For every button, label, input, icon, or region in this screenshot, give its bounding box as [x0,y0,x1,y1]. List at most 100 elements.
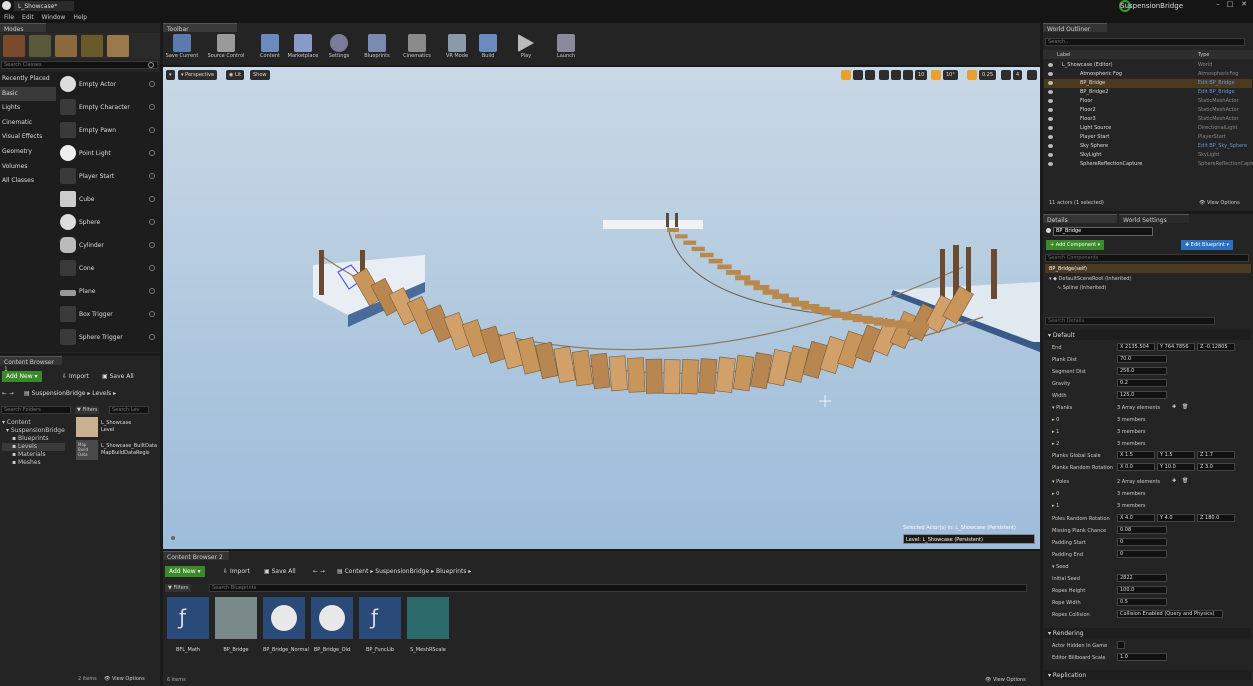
delete-icon[interactable]: 🗑 [1182,404,1188,410]
scale-tool-icon[interactable] [865,70,875,80]
class-item[interactable]: Box Trigger [58,304,158,325]
maximize-icon[interactable]: □ [1225,0,1235,10]
pole-rot-y-input[interactable]: Y 4.0 [1157,514,1195,522]
help-icon[interactable] [149,311,155,317]
end-y-input[interactable]: Y 764.7856 [1157,343,1195,351]
world-local-icon[interactable] [879,70,889,80]
replication-section[interactable]: ▾ Replication [1044,670,1251,680]
play-button[interactable]: Play [514,34,538,62]
edit-blueprint-button[interactable]: ✚ Edit Blueprint ▾ [1181,240,1233,250]
rot-y-input[interactable]: Y 10.0 [1157,463,1195,471]
foliage-mode-icon[interactable] [81,35,103,57]
level-thumbnail[interactable] [76,417,98,437]
minimize-icon[interactable]: – [1213,0,1223,10]
details-search-input[interactable]: Search Details [1045,317,1215,325]
category-all-classes[interactable]: All Classes [0,174,56,189]
level-viewport[interactable]: ▾ ▾ Perspective ◉ Lit Show 10 10° 0.25 4… [163,67,1040,549]
end-z-input[interactable]: Z -0.12805 [1197,343,1235,351]
viewport-options-button[interactable]: ▾ [166,70,175,80]
class-item[interactable]: Sphere Trigger [58,327,158,348]
tree-content[interactable]: ▾ Content [2,419,65,427]
component-self[interactable]: BP_Bridge(self) [1045,264,1251,273]
width-input[interactable]: 125.0 [1117,391,1167,399]
default-section[interactable]: ▾ Default [1044,330,1251,340]
tree-suspensionbridge[interactable]: ▾ SuspensionBridge [2,427,65,435]
tree-meshes[interactable]: ▪ Meshes [2,459,65,467]
asset-thumb-bp-bridge[interactable] [215,597,257,639]
outliner-row[interactable]: L_Showcase (Editor) World [1044,61,1252,70]
tree-levels[interactable]: ▪ Levels [2,443,65,451]
padding-start-input[interactable]: 0 [1117,538,1167,546]
launch-button[interactable]: Launch [552,34,580,62]
surface-snap-icon[interactable] [891,70,901,80]
nav-arrows[interactable]: ← → [2,390,14,397]
help-icon[interactable] [149,242,155,248]
add-new-button[interactable]: Add New ▾ [2,371,42,382]
outliner-row[interactable]: Atmospheric Fog AtmosphericFog [1044,70,1252,79]
visibility-eye-icon[interactable] [1048,117,1053,121]
save-all-button[interactable]: ▣ Save All [264,568,296,575]
visibility-eye-icon[interactable] [1048,126,1053,130]
level-tab[interactable]: L_Showcase* [14,1,74,11]
asset-l-showcase[interactable]: L_Showcase Level [101,420,131,434]
gravity-input[interactable]: 0.2 [1117,379,1167,387]
cinematics-button[interactable]: Cinematics [400,34,434,62]
view-options-button[interactable]: 👁 View Options [104,676,145,682]
rotation-snap-value[interactable]: 10° [943,70,958,80]
actor-hidden-checkbox[interactable] [1117,641,1125,649]
help-icon[interactable] [149,104,155,110]
asset-thumb-s-meshrscale[interactable] [407,597,449,639]
asset-thumb-bp-funclib[interactable]: ƒ [359,597,401,639]
rot-x-input[interactable]: X 0.0 [1117,463,1155,471]
category-geometry[interactable]: Geometry [0,145,56,160]
add-component-button[interactable]: + Add Component ▾ [1046,240,1105,250]
outliner-row-type[interactable]: Edit BP_Bridge [1198,89,1235,95]
component-search-input[interactable]: Search Components [1045,254,1249,262]
menu-file[interactable]: File [0,12,18,23]
class-item[interactable]: Empty Pawn [58,120,158,141]
outliner-row-type[interactable]: Edit BP_Sky_Sphere [1198,143,1247,149]
save-current-button[interactable]: Save Current [165,34,199,62]
view-options-button[interactable]: 👁 View Options [985,677,1026,683]
camera-speed-icon[interactable] [1001,70,1011,80]
filters-button[interactable]: ▼ Filters [165,584,192,592]
class-item[interactable]: Plane [58,281,158,302]
blueprints-button[interactable]: Blueprints [360,34,394,62]
scale-snap-value[interactable]: 0.25 [979,70,997,80]
padding-end-input[interactable]: 0 [1117,550,1167,558]
perspective-button[interactable]: ▾ Perspective [178,70,218,80]
maximize-viewport-icon[interactable] [1027,70,1037,80]
camera-speed-value[interactable]: 4 [1013,70,1023,80]
help-icon[interactable] [149,288,155,294]
view-options-button[interactable]: 👁 View Options [1199,200,1240,206]
class-item[interactable]: Empty Actor [58,74,158,95]
build-button[interactable]: Build [476,34,500,62]
visibility-eye-icon[interactable] [1048,162,1053,166]
help-icon[interactable] [149,219,155,225]
menu-window[interactable]: Window [38,12,70,23]
category-cinematic[interactable]: Cinematic [0,116,56,131]
save-all-button[interactable]: ▣ Save All [102,373,134,380]
source-control-button[interactable]: Source Control [206,34,246,62]
outliner-row[interactable]: Sky Sphere Edit BP_Sky_Sphere [1044,142,1252,151]
missing-plank-input[interactable]: 0.08 [1117,526,1167,534]
toolbar-tab[interactable]: Toolbar [163,23,237,33]
menu-help[interactable]: Help [69,12,91,23]
class-item[interactable]: Cone [58,258,158,279]
outliner-row[interactable]: BP_Bridge2 Edit BP_Bridge [1044,88,1252,97]
lit-button[interactable]: ◉ Lit [226,70,245,80]
content-browser-2-tab[interactable]: Content Browser 2 [163,551,229,561]
label-column[interactable]: Label [1057,52,1071,58]
visibility-eye-icon[interactable] [1048,72,1053,76]
scale-y-input[interactable]: Y 1.5 [1157,451,1195,459]
outliner-tab[interactable]: World Outliner [1043,23,1107,33]
add-element-icon[interactable]: ✚ [1172,478,1176,484]
asset-search-input[interactable]: Search Blueprints [209,584,1027,592]
class-item[interactable]: Cylinder [58,235,158,256]
world-settings-tab[interactable]: World Settings [1119,214,1189,224]
add-element-icon[interactable]: ✚ [1172,404,1176,410]
visibility-eye-icon[interactable] [1048,81,1053,85]
rot-z-input[interactable]: Z 3.0 [1197,463,1235,471]
asset-l-showcase-builtdata[interactable]: L_Showcase_BuiltData MapBuildDataRegis [101,443,157,457]
details-tab[interactable]: Details [1043,214,1117,224]
